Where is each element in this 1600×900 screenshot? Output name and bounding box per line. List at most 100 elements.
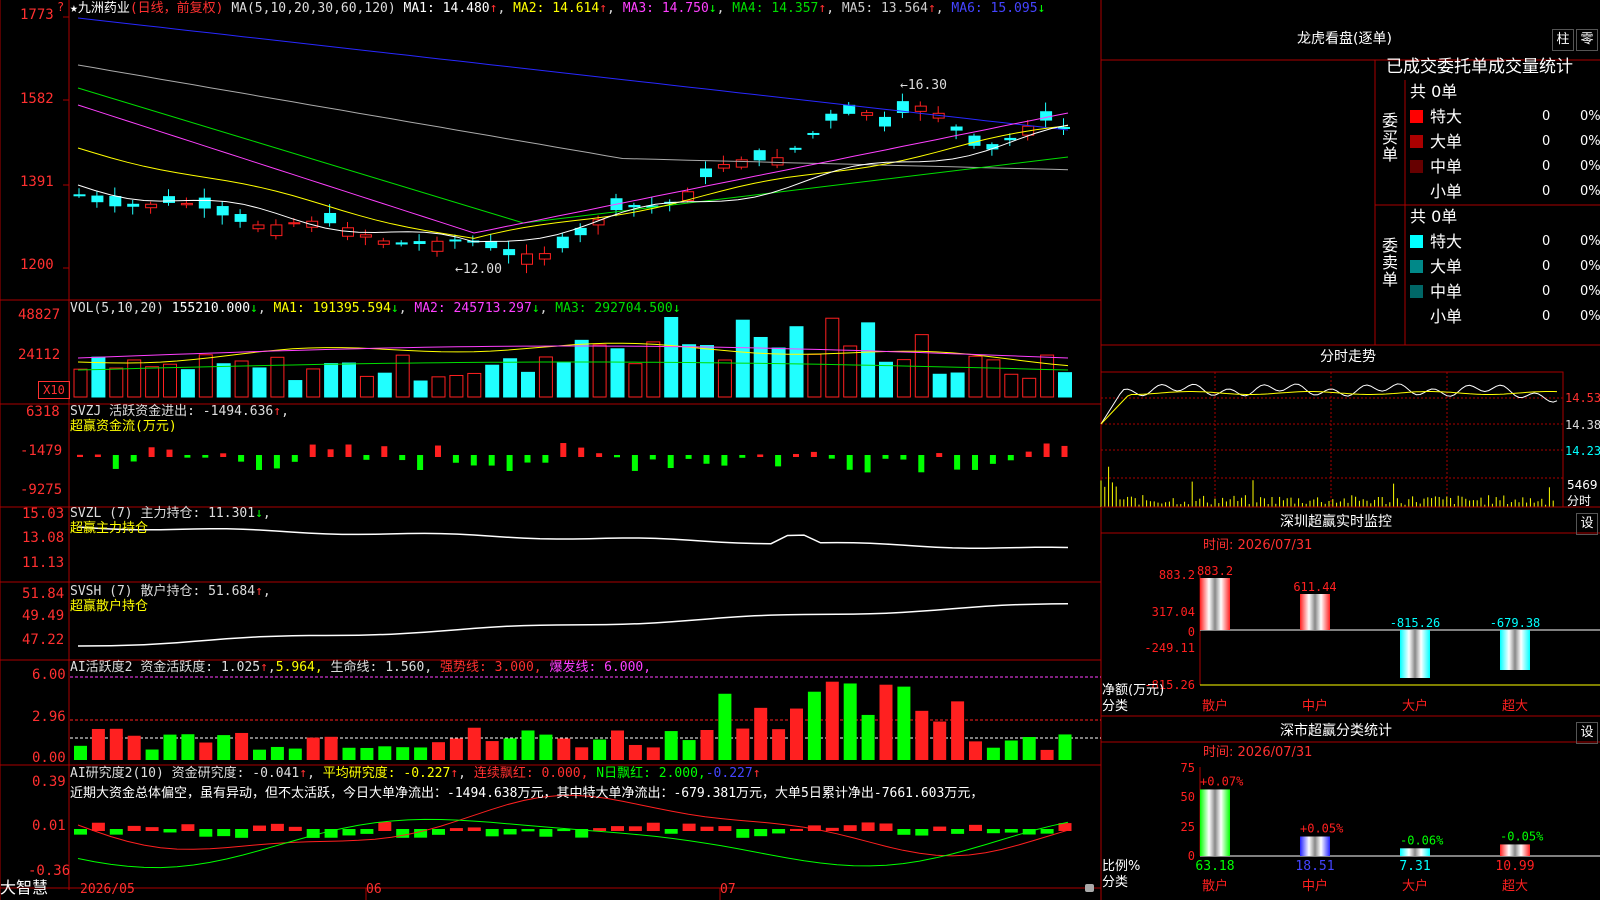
research-bar	[253, 825, 266, 831]
svzj-axis-label: -9275	[20, 482, 63, 498]
vol-bar-down	[682, 344, 697, 398]
monitor-axis-label: 317.04	[1152, 605, 1195, 619]
research-bar	[342, 829, 356, 836]
vol-bar-down	[180, 369, 195, 398]
stock-name[interactable]: 九洲药业	[78, 1, 130, 16]
order-count: 0	[1542, 234, 1551, 249]
research-bar	[628, 826, 642, 831]
vol-bar-up	[359, 375, 374, 398]
vol-bar-up	[1004, 373, 1019, 398]
flow-bar	[828, 455, 835, 459]
activity-bar	[754, 707, 768, 760]
flow-bar	[936, 453, 943, 457]
monitor-category-label: 散户	[1202, 698, 1228, 714]
monitor-settings-button[interactable]: 设	[1576, 513, 1598, 535]
vol-bar-up	[395, 354, 410, 398]
low-price-label: ←12.00	[455, 262, 502, 277]
svzj-axis-label: 6318	[26, 404, 60, 420]
flow-bar	[703, 455, 710, 464]
stats-change-label: -0.05%	[1500, 829, 1544, 843]
date-label: 06	[366, 882, 382, 897]
research-bar	[521, 829, 535, 832]
monitor-bar-label: -679.38	[1490, 616, 1541, 630]
candle-down	[503, 249, 516, 256]
research-bar	[270, 823, 284, 831]
candle-down	[127, 203, 140, 207]
activity-bar	[664, 731, 678, 760]
vol-bar-down	[574, 339, 589, 398]
research-bar	[951, 829, 965, 834]
panel-subtitle: 已成交委托单成交量统计	[1386, 57, 1573, 77]
research-bar	[199, 829, 213, 837]
ma6-value: MA6: 15.095	[951, 1, 1038, 16]
research-line-red	[77, 794, 1069, 857]
stats-settings-button[interactable]: 设	[1576, 722, 1598, 744]
activity-bar	[163, 734, 177, 760]
color-swatch	[1410, 285, 1423, 298]
vol-bar-up	[914, 334, 929, 398]
period-label[interactable]: (日线，前复权)	[130, 1, 224, 16]
svsh-line	[77, 603, 1069, 647]
vol-bar-down	[664, 316, 679, 398]
intraday-axis-label: 14.53	[1565, 391, 1600, 405]
flow-bar	[381, 446, 388, 457]
bar-mode-button[interactable]: 柱	[1552, 29, 1574, 51]
flow-bar	[757, 454, 764, 457]
order-count: 0	[1542, 259, 1551, 274]
activity-bar	[897, 686, 911, 760]
activity-bar	[521, 730, 535, 760]
lock-icon[interactable]	[1085, 884, 1094, 892]
price-axis-label: 1200	[20, 257, 54, 273]
candle-down	[91, 195, 104, 203]
question-icon[interactable]: ?	[57, 0, 64, 15]
order-count: 0	[1542, 134, 1551, 149]
flow-bar	[452, 455, 459, 463]
activity-bar	[557, 738, 571, 760]
order-type-label: 大单	[1430, 257, 1463, 276]
svzl-header: SVZL (7) 主力持仓: 11.301↓,	[70, 506, 271, 521]
monitor-bar	[1400, 630, 1430, 678]
vol-bar-up	[592, 344, 607, 398]
flow-bar	[256, 455, 262, 470]
flow-bar	[864, 455, 871, 473]
main-chart-canvas[interactable]: 883.2 317.04 0 -249.11 -815.26 883.2 散户 611.44 中…	[0, 0, 1600, 900]
vol-bar-down	[932, 373, 947, 398]
monitor-category-label: 中户	[1302, 698, 1328, 714]
order-percent: 0%	[1580, 234, 1600, 249]
stats-xlabel: 分类	[1102, 875, 1129, 890]
monitor-bar-label: -815.26	[1390, 616, 1441, 630]
ma2-value: MA2: 14.614	[513, 1, 600, 16]
vol-bar-down	[556, 361, 571, 398]
order-percent: 0%	[1580, 134, 1600, 149]
intraday-vol-label: 5469	[1567, 478, 1598, 492]
research-bar	[611, 826, 624, 831]
flow-bar	[989, 455, 996, 464]
activity-bar	[127, 735, 141, 760]
stats-bar-label: 63.18	[1195, 859, 1234, 874]
vol-bar-down	[789, 326, 804, 398]
flow-bar	[220, 453, 227, 457]
candle-up	[270, 224, 283, 237]
zero-mode-button[interactable]: 零	[1576, 29, 1598, 51]
activity-bar	[432, 742, 445, 760]
svsh-axis-label: 47.22	[22, 632, 65, 648]
buy-side-label: 委买单	[1382, 111, 1399, 164]
candle-down	[789, 147, 802, 150]
date-label: 2026/05	[80, 882, 135, 897]
monitor-axis-label: 0	[1188, 625, 1195, 639]
candle-up	[377, 240, 390, 245]
activity-bar	[288, 748, 302, 760]
activity-bar	[736, 728, 750, 760]
research-bar	[74, 829, 87, 835]
flow-bar	[470, 455, 477, 466]
stats-axis-label: 25	[1181, 820, 1195, 834]
flow-bar	[560, 443, 567, 457]
research-bar	[790, 828, 803, 831]
activity-bar	[772, 729, 786, 760]
research-bar	[736, 829, 750, 838]
svzl-axis-label: 15.03	[22, 506, 65, 522]
research-bar	[235, 829, 249, 838]
svsh-axis-label: 51.84	[22, 586, 65, 602]
candle-down	[198, 197, 211, 209]
order-percent: 0%	[1580, 184, 1600, 199]
